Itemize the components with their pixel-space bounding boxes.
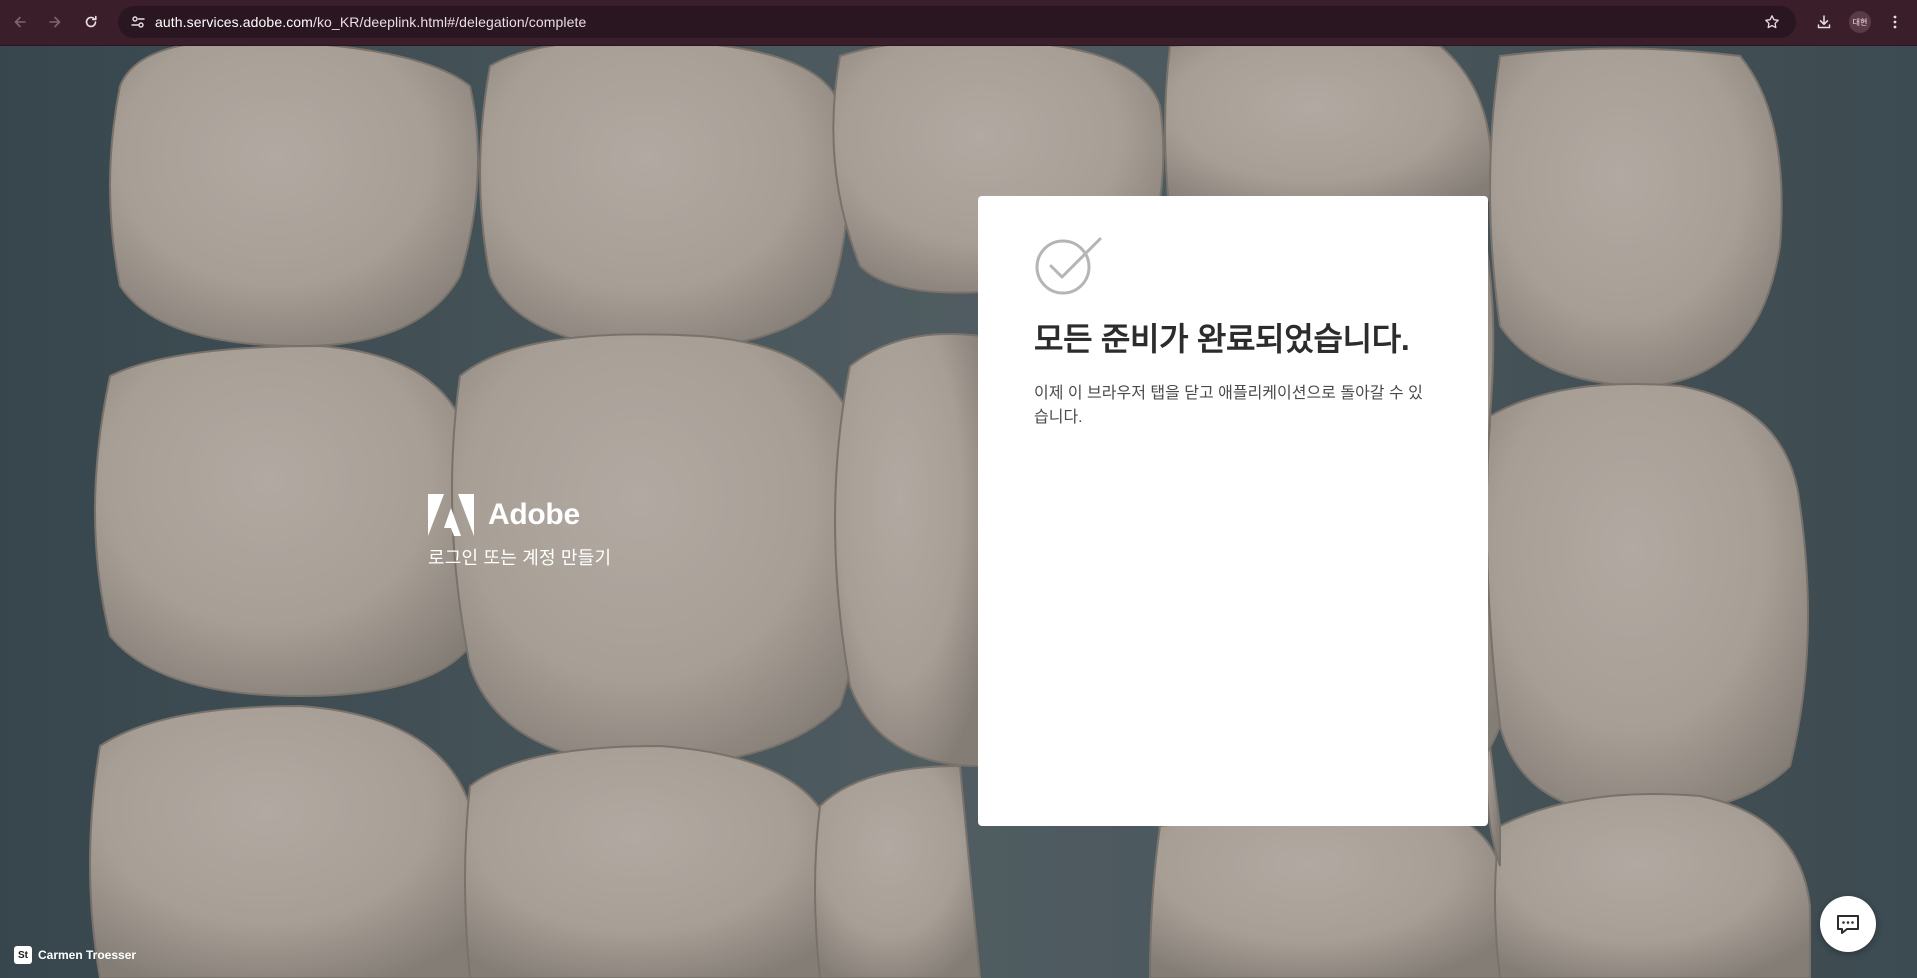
url-text[interactable]: auth.services.adobe.com/ko_KR/deeplink.h… xyxy=(155,14,586,30)
reload-button[interactable] xyxy=(79,10,103,34)
chat-button[interactable] xyxy=(1820,896,1876,952)
menu-icon xyxy=(1893,15,1897,29)
reload-icon xyxy=(85,15,97,28)
checkmark-circle-icon xyxy=(1035,237,1102,295)
download-button[interactable] xyxy=(1812,10,1836,34)
brand-subtitle: 로그인 또는 계정 만들기 xyxy=(428,548,612,568)
forward-button[interactable] xyxy=(43,10,67,34)
site-info-button[interactable] xyxy=(126,10,150,34)
forward-icon xyxy=(49,16,61,28)
browser-toolbar: auth.services.adobe.com/ko_KR/deeplink.h… xyxy=(0,0,1917,46)
bookmark-button[interactable] xyxy=(1760,10,1784,34)
adobe-brand-name: Adobe xyxy=(488,498,580,531)
url-host: auth.services.adobe.com xyxy=(155,14,313,30)
back-button[interactable] xyxy=(8,10,32,34)
site-info-icon xyxy=(131,16,145,28)
profile-avatar[interactable]: 대현 xyxy=(1849,11,1871,33)
address-bar[interactable]: auth.services.adobe.com/ko_KR/deeplink.h… xyxy=(118,6,1796,38)
adobe-brand: Adobe 로그인 또는 계정 만들기 xyxy=(428,494,611,570)
completion-description: 이제 이 브라우저 탭을 닫고 애플리케이션으로 돌아갈 수 있습니다. xyxy=(1034,385,1423,426)
download-icon xyxy=(1817,15,1831,29)
background-photo xyxy=(0,46,1917,978)
chat-bubble-icon xyxy=(1837,915,1859,934)
completion-title: 모든 준비가 완료되었습니다. xyxy=(1034,321,1410,357)
menu-button[interactable] xyxy=(1883,10,1907,34)
photo-credit[interactable]: St Carmen Troesser xyxy=(14,946,136,964)
bookmark-star-icon xyxy=(1765,15,1779,29)
stock-badge: St xyxy=(14,946,32,964)
adobe-logo-icon xyxy=(428,494,474,536)
back-icon xyxy=(14,16,26,28)
url-path: /ko_KR/deeplink.html#/delegation/complet… xyxy=(312,14,587,30)
completion-card: 모든 준비가 완료되었습니다. 이제 이 브라우저 탭을 닫고 애플리케이션으로… xyxy=(978,196,1488,826)
photo-author: Carmen Troesser xyxy=(38,948,137,962)
page-content: Adobe 로그인 또는 계정 만들기 모든 준비가 완료되었습니다. 이제 이… xyxy=(0,46,1917,978)
